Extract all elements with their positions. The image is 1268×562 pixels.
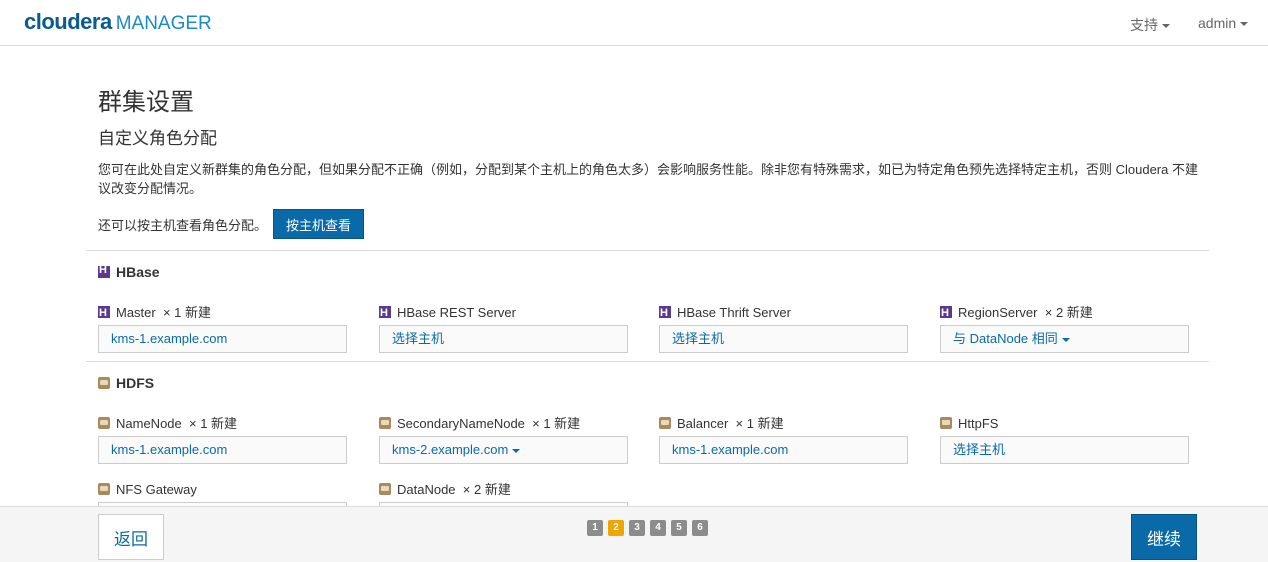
support-menu[interactable]: 支持 xyxy=(1130,15,1170,35)
hbase-service-name: HBase xyxy=(116,264,160,280)
role-label-row: HBase REST Server xyxy=(379,304,629,322)
hdfs-icon xyxy=(98,483,110,495)
host-view-hint: 还可以按主机查看角色分配。 xyxy=(98,218,268,233)
host-selector[interactable]: 选择主机 xyxy=(379,325,628,353)
role-hdfs-nfs-gateway: NFS Gateway xyxy=(98,481,348,506)
role-label-row: Balancer × 1 新建 xyxy=(659,415,909,433)
role-label-row: Master × 1 新建 xyxy=(98,304,348,322)
hbase-icon xyxy=(98,264,110,278)
role-name: NameNode xyxy=(116,416,182,431)
step-1[interactable]: 1 xyxy=(587,520,603,536)
role-label-row: HttpFS xyxy=(940,415,1190,433)
role-hdfs-httpfs: HttpFS 选择主机 xyxy=(940,415,1190,464)
hdfs-service-name: HDFS xyxy=(116,375,155,391)
hdfs-icon xyxy=(98,417,110,429)
role-name: HBase Thrift Server xyxy=(677,305,791,320)
chevron-down-icon xyxy=(1240,22,1249,27)
role-name: NFS Gateway xyxy=(116,482,197,497)
hbase-icon xyxy=(659,304,671,322)
role-name: Master xyxy=(116,305,156,320)
user-menu[interactable]: admin xyxy=(1198,15,1249,31)
hbase-icon xyxy=(98,304,110,322)
chevron-down-icon xyxy=(1061,337,1070,342)
role-count: × 1 新建 xyxy=(735,416,784,431)
host-selector[interactable]: kms-1.example.com xyxy=(659,436,908,464)
top-navbar: cloudera MANAGER 支持 admin xyxy=(0,0,1268,46)
cloudera-manager-logo[interactable]: cloudera MANAGER xyxy=(24,9,212,35)
back-button[interactable]: 返回 xyxy=(98,514,164,560)
role-hbase-rest-server: HBase REST Server 选择主机 xyxy=(379,304,629,353)
step-2-current[interactable]: 2 xyxy=(608,520,624,536)
hdfs-icon xyxy=(379,483,391,495)
host-dropdown[interactable]: 与 DataNode 相同 xyxy=(940,325,1189,353)
main-content: 群集设置 自定义角色分配 您可在此处自定义新群集的角色分配，但如果分配不正确（例… xyxy=(0,46,1268,506)
chevron-down-icon xyxy=(1162,24,1170,29)
role-name: SecondaryNameNode xyxy=(397,416,525,431)
role-name: RegionServer xyxy=(958,305,1038,320)
divider xyxy=(86,361,1209,362)
role-hbase-master: Master × 1 新建 kms-1.example.com xyxy=(98,304,348,353)
role-hbase-thrift-server: HBase Thrift Server 选择主机 xyxy=(659,304,909,353)
page-title: 群集设置 xyxy=(98,89,194,116)
role-name: HBase REST Server xyxy=(397,305,516,320)
hdfs-icon xyxy=(659,417,671,429)
role-name: DataNode xyxy=(397,482,456,497)
role-label-row: RegionServer × 2 新建 xyxy=(940,304,1190,322)
role-hdfs-datanode: DataNode × 2 新建 xyxy=(379,481,629,506)
role-count: × 1 新建 xyxy=(162,305,212,320)
hdfs-icon xyxy=(379,417,391,429)
host-selector[interactable]: kms-1.example.com xyxy=(98,436,347,464)
role-count: × 2 新建 xyxy=(1044,305,1093,320)
host-dropdown-value: 与 DataNode 相同 xyxy=(953,331,1058,346)
hdfs-icon xyxy=(940,417,952,429)
user-menu-label: admin xyxy=(1198,15,1237,31)
role-label-row: SecondaryNameNode × 1 新建 xyxy=(379,415,629,433)
continue-button[interactable]: 继续 xyxy=(1131,514,1197,560)
step-6[interactable]: 6 xyxy=(692,520,708,536)
page-subtitle: 自定义角色分配 xyxy=(98,129,217,148)
support-menu-label: 支持 xyxy=(1130,17,1158,33)
chevron-down-icon xyxy=(512,448,521,453)
step-3[interactable]: 3 xyxy=(629,520,645,536)
role-hdfs-secondarynamenode: SecondaryNameNode × 1 新建 kms-2.example.c… xyxy=(379,415,629,464)
host-selector[interactable]: 选择主机 xyxy=(940,436,1189,464)
role-label-row: NFS Gateway xyxy=(98,481,348,499)
page-description: 您可在此处自定义新群集的角色分配，但如果分配不正确（例如，分配到某个主机上的角色… xyxy=(98,162,1198,196)
hdfs-icon xyxy=(98,377,110,389)
hdfs-service-header: HDFS xyxy=(98,375,154,391)
role-hbase-regionserver: RegionServer × 2 新建 与 DataNode 相同 xyxy=(940,304,1190,353)
role-count: × 1 新建 xyxy=(532,416,581,431)
role-label-row: DataNode × 2 新建 xyxy=(379,481,629,499)
hbase-service-header: HBase xyxy=(98,264,160,280)
wizard-footer: 返回 123456 继续 xyxy=(0,506,1268,562)
host-selector[interactable]: kms-1.example.com xyxy=(98,325,347,353)
host-selector[interactable]: 选择主机 xyxy=(659,325,908,353)
role-label-row: HBase Thrift Server xyxy=(659,304,909,322)
logo-product: MANAGER xyxy=(115,13,212,34)
step-4[interactable]: 4 xyxy=(650,520,666,536)
logo-brand: cloudera xyxy=(24,9,112,34)
host-dropdown-value: kms-2.example.com xyxy=(392,442,509,457)
hbase-icon xyxy=(940,304,952,322)
role-hdfs-balancer: Balancer × 1 新建 kms-1.example.com xyxy=(659,415,909,464)
hbase-icon xyxy=(379,304,391,322)
role-label-row: NameNode × 1 新建 xyxy=(98,415,348,433)
view-by-host-button[interactable]: 按主机查看 xyxy=(273,209,365,239)
host-dropdown[interactable]: kms-2.example.com xyxy=(379,436,628,464)
step-5[interactable]: 5 xyxy=(671,520,687,536)
role-count: × 1 新建 xyxy=(189,416,238,431)
wizard-step-pager: 123456 xyxy=(587,517,713,536)
role-count: × 2 新建 xyxy=(462,482,511,497)
role-hdfs-namenode: NameNode × 1 新建 kms-1.example.com xyxy=(98,415,348,464)
role-name: HttpFS xyxy=(958,416,999,431)
role-name: Balancer xyxy=(677,416,729,431)
divider xyxy=(86,250,1209,251)
